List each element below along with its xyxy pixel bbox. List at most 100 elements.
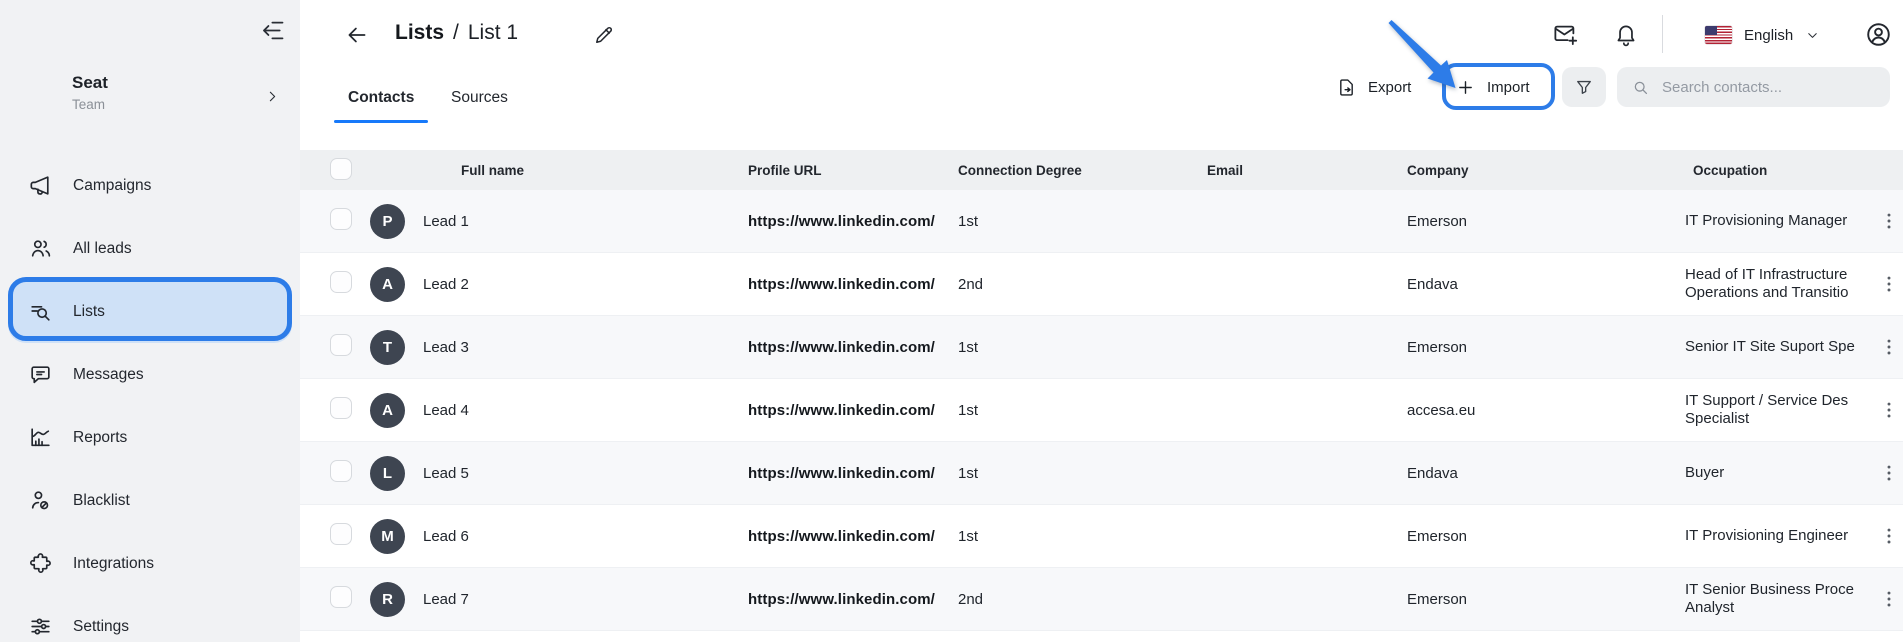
row-menu-button[interactable]	[1878, 210, 1900, 232]
table-row[interactable]: MLead 6https://www.linkedin.com/1stEmers…	[300, 505, 1903, 568]
tab-contacts[interactable]: Contacts	[348, 74, 414, 122]
profile-url-cell[interactable]: https://www.linkedin.com/	[748, 402, 958, 419]
profile-url-cell[interactable]: https://www.linkedin.com/	[748, 276, 958, 293]
kebab-icon	[1878, 336, 1900, 358]
row-checkbox[interactable]	[330, 334, 352, 356]
occupation-cell: IT Provisioning Engineer	[1685, 527, 1878, 545]
sidebar-item-all-leads[interactable]: All leads	[8, 217, 292, 280]
select-all-checkbox[interactable]	[330, 158, 352, 180]
profile-url-cell[interactable]: https://www.linkedin.com/	[748, 339, 958, 356]
filter-button[interactable]	[1562, 67, 1606, 107]
row-checkbox[interactable]	[330, 397, 352, 419]
puzzle-icon	[28, 551, 53, 576]
row-menu-button[interactable]	[1878, 525, 1900, 547]
search-box	[1617, 67, 1890, 107]
full-name-cell: Lead 6	[423, 528, 748, 545]
table-header-row: Full name Profile URL Connection Degree …	[300, 150, 1903, 190]
workspace-switcher[interactable]: Seat Team	[72, 72, 108, 114]
back-button[interactable]	[344, 22, 370, 48]
message-icon	[28, 362, 53, 387]
avatar: R	[370, 582, 405, 617]
occupation-cell: IT Senior Business Proce Analyst	[1685, 581, 1878, 617]
chevron-right-icon[interactable]	[264, 88, 281, 105]
company-cell: Emerson	[1407, 213, 1685, 230]
edit-icon	[592, 24, 615, 47]
table-row[interactable]: ALead 2https://www.linkedin.com/2ndEndav…	[300, 253, 1903, 316]
row-menu-button[interactable]	[1878, 399, 1900, 421]
header-divider	[1662, 15, 1663, 53]
sidebar-item-campaigns[interactable]: Campaigns	[8, 154, 292, 217]
notifications-button[interactable]	[1612, 21, 1639, 48]
connection-degree-cell: 1st	[958, 339, 1207, 356]
list-search-icon	[28, 299, 53, 324]
sidebar-item-blacklist[interactable]: Blacklist	[8, 469, 292, 532]
app-window: Seat Team Campaigns All leads Lists Message…	[0, 0, 1903, 642]
sidebar-item-settings[interactable]: Settings	[8, 595, 292, 642]
avatar: M	[370, 519, 405, 554]
full-name-cell: Lead 1	[423, 213, 748, 230]
search-input[interactable]	[1660, 78, 1876, 97]
avatar: P	[370, 204, 405, 239]
breadcrumb: Lists/List 1	[395, 21, 518, 45]
sidebar-item-label: All leads	[73, 240, 132, 258]
us-flag-icon	[1705, 26, 1732, 44]
sidebar-item-lists[interactable]: Lists	[8, 280, 292, 343]
row-menu-button[interactable]	[1878, 273, 1900, 295]
full-name-cell: Lead 4	[423, 402, 748, 419]
invite-mail-button[interactable]	[1552, 21, 1579, 48]
table-body: PLead 1https://www.linkedin.com/1stEmers…	[300, 190, 1903, 631]
export-button[interactable]: Export	[1336, 67, 1411, 107]
filter-icon	[1574, 77, 1594, 97]
bell-icon	[1613, 21, 1639, 47]
row-checkbox[interactable]	[330, 586, 352, 608]
occupation-cell: Head of IT Infrastructure Operations and…	[1685, 266, 1878, 302]
table-row[interactable]: TLead 3https://www.linkedin.com/1stEmers…	[300, 316, 1903, 379]
row-menu-button[interactable]	[1878, 336, 1900, 358]
company-cell: Endava	[1407, 465, 1685, 482]
table-row[interactable]: RLead 7https://www.linkedin.com/2ndEmers…	[300, 568, 1903, 631]
connection-degree-cell: 1st	[958, 213, 1207, 230]
megaphone-icon	[28, 173, 53, 198]
avatar: L	[370, 456, 405, 491]
column-header-full-name: Full name	[423, 163, 748, 178]
sidebar-item-label: Messages	[73, 366, 144, 384]
occupation-cell: Senior IT Site Suport Spe	[1685, 338, 1878, 356]
main-content: Lists/List 1 English Contacts Sources Ex…	[300, 0, 1903, 642]
row-checkbox[interactable]	[330, 523, 352, 545]
sidebar: Seat Team Campaigns All leads Lists Message…	[0, 0, 300, 642]
table-row[interactable]: ALead 4https://www.linkedin.com/1stacces…	[300, 379, 1903, 442]
avatar: T	[370, 330, 405, 365]
profile-url-cell[interactable]: https://www.linkedin.com/	[748, 465, 958, 482]
row-menu-button[interactable]	[1878, 588, 1900, 610]
occupation-cell: Buyer	[1685, 464, 1878, 482]
profile-url-cell[interactable]: https://www.linkedin.com/	[748, 591, 958, 608]
breadcrumb-parent[interactable]: Lists	[395, 21, 444, 45]
collapse-sidebar-button[interactable]	[260, 17, 287, 44]
kebab-icon	[1878, 588, 1900, 610]
column-header-occupation: Occupation	[1685, 163, 1878, 178]
profile-menu-button[interactable]	[1864, 20, 1893, 49]
sidebar-item-messages[interactable]: Messages	[8, 343, 292, 406]
row-checkbox[interactable]	[330, 460, 352, 482]
kebab-icon	[1878, 462, 1900, 484]
row-checkbox[interactable]	[330, 208, 352, 230]
sidebar-item-reports[interactable]: Reports	[8, 406, 292, 469]
profile-url-cell[interactable]: https://www.linkedin.com/	[748, 213, 958, 230]
profile-url-cell[interactable]: https://www.linkedin.com/	[748, 528, 958, 545]
tab-sources[interactable]: Sources	[451, 74, 508, 122]
table-row[interactable]: P Lead 1https://www.linkedin.com/1st Emers…	[300, 190, 1903, 253]
sidebar-item-integrations[interactable]: Integrations	[8, 532, 292, 595]
sidebar-nav: Campaigns All leads Lists Messages ReportsBl…	[0, 154, 300, 642]
rename-list-button[interactable]	[592, 24, 615, 47]
search-icon	[1631, 78, 1650, 97]
kebab-icon	[1878, 210, 1900, 232]
import-button[interactable]: Import	[1455, 67, 1530, 107]
workspace-type: Team	[72, 95, 108, 114]
table-row[interactable]: LLead 5https://www.linkedin.com/1stEndav…	[300, 442, 1903, 505]
row-checkbox[interactable]	[330, 271, 352, 293]
avatar: A	[370, 393, 405, 428]
language-selector[interactable]: English	[1705, 20, 1820, 50]
mail-plus-icon	[1552, 21, 1579, 48]
user-circle-icon	[1864, 20, 1893, 49]
row-menu-button[interactable]	[1878, 462, 1900, 484]
